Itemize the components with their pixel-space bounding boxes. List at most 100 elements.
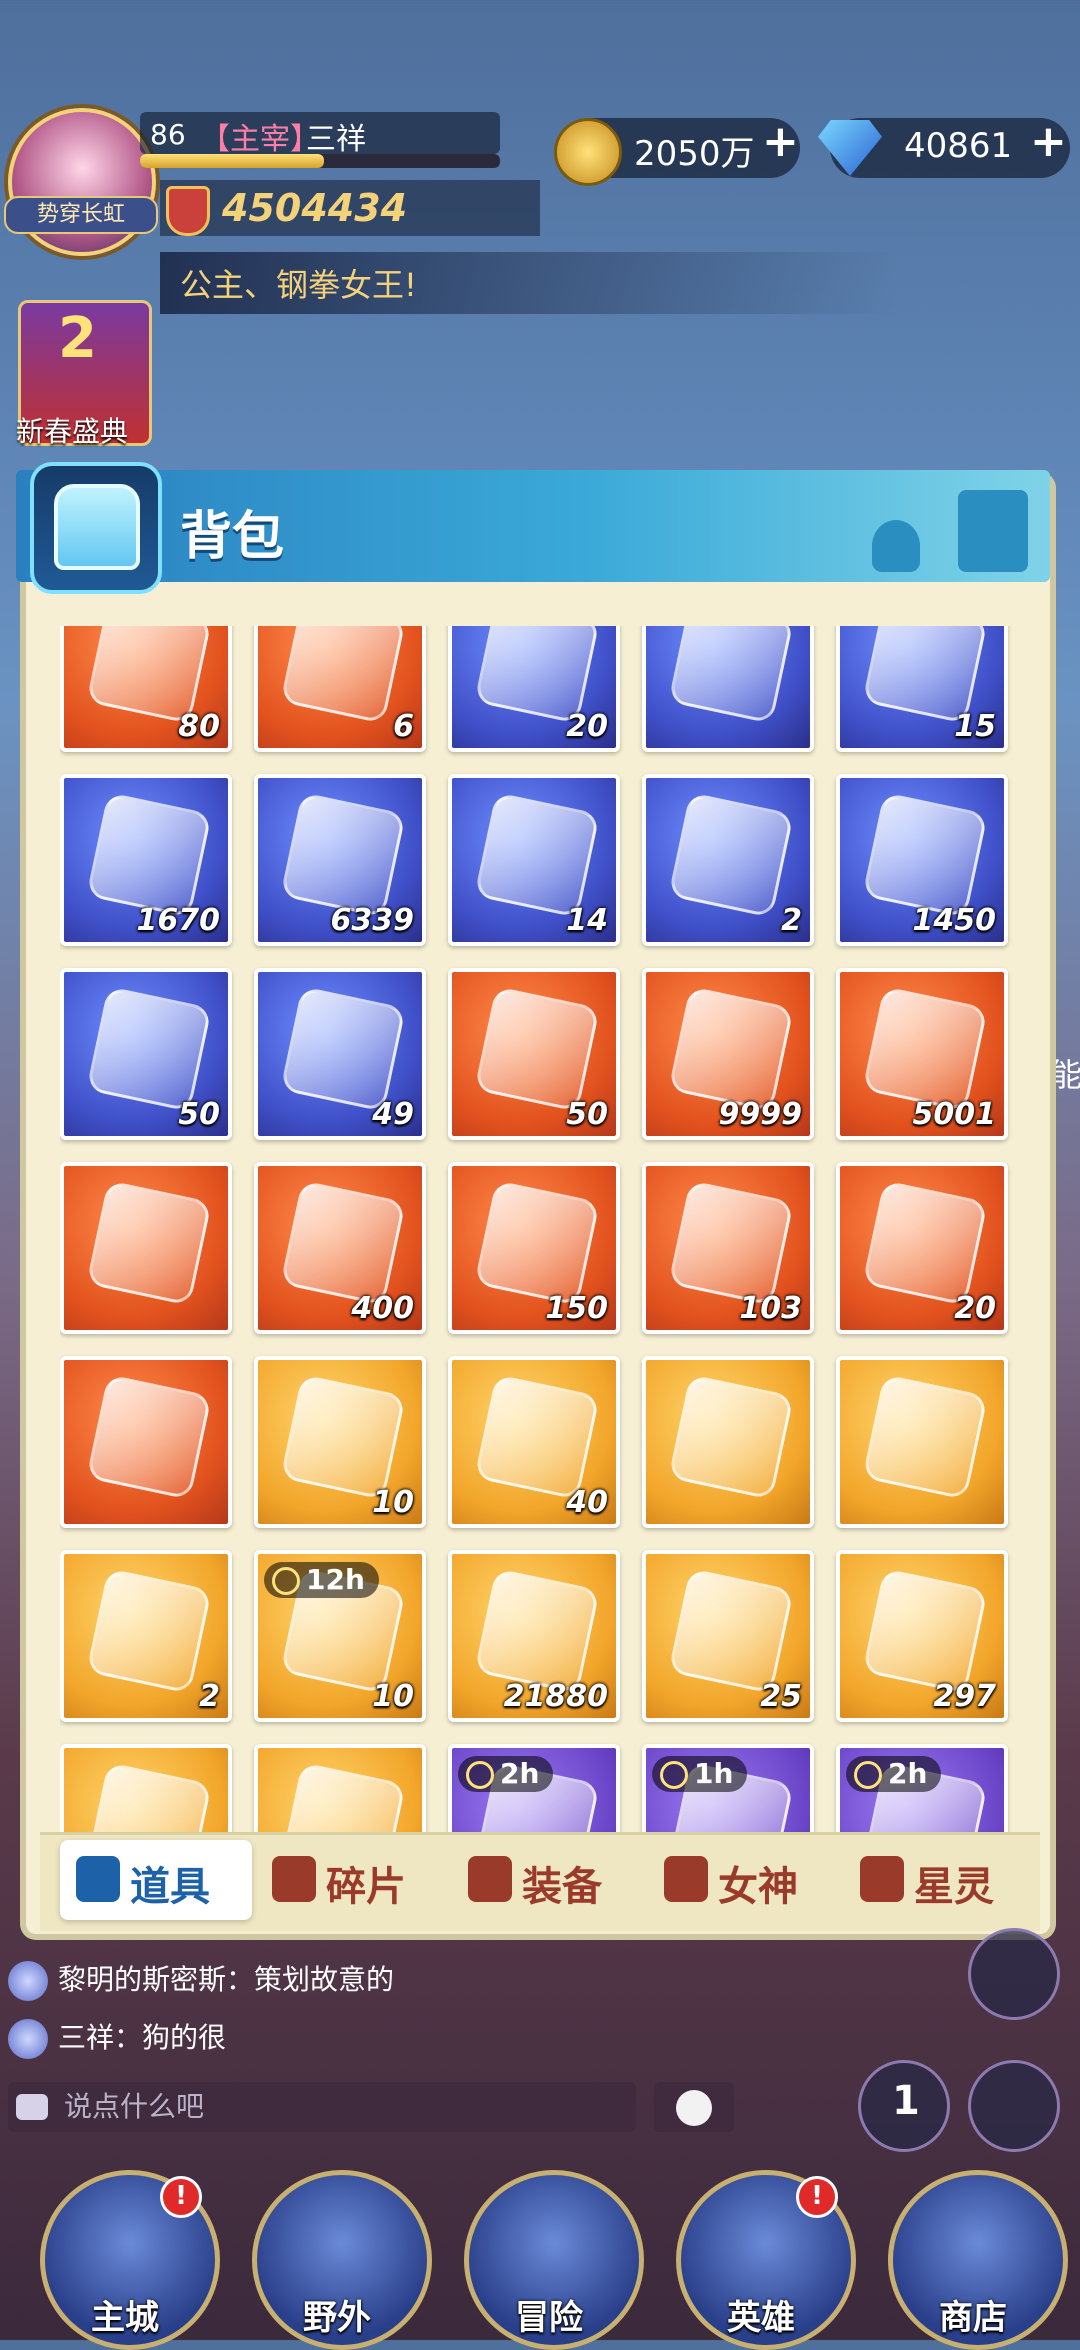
item-slot[interactable]: 1450 xyxy=(836,774,1008,946)
tab-label: 装备 xyxy=(522,1864,602,1910)
tab-5[interactable]: 星灵 xyxy=(844,1840,1036,1920)
tab-1[interactable]: 道具 xyxy=(60,1840,252,1920)
chat-input[interactable]: 说点什么吧 xyxy=(8,2082,636,2132)
leaderboard-rank-text: 1 xyxy=(892,2078,920,2124)
tab-label: 碎片 xyxy=(326,1864,406,1910)
item-slot[interactable]: 5001 xyxy=(836,968,1008,1140)
item-count: 49 xyxy=(372,1097,414,1132)
item-slot[interactable]: 2h xyxy=(448,1744,620,1832)
tab-label: 女神 xyxy=(718,1864,798,1910)
item-timer: 2h xyxy=(846,1756,942,1792)
item-slot[interactable]: 2h xyxy=(836,1744,1008,1832)
event-label: 新春盛典 xyxy=(16,415,129,448)
item-slot[interactable]: 2 xyxy=(642,774,814,946)
item-slot[interactable]: 6 xyxy=(254,626,426,752)
backpack-icon xyxy=(54,484,140,570)
item-art-icon xyxy=(280,1374,406,1500)
item-art-icon xyxy=(474,792,600,918)
item-slot[interactable]: 80 xyxy=(60,626,232,752)
item-count: 10 xyxy=(372,1485,414,1520)
item-art-icon xyxy=(862,1568,988,1694)
chat-avatar xyxy=(8,1961,48,2001)
tab-3[interactable]: 装备 xyxy=(452,1840,644,1920)
item-art-icon xyxy=(86,1180,212,1306)
item-count: 20 xyxy=(954,1291,996,1326)
tab-icon xyxy=(76,1856,120,1902)
item-art-icon xyxy=(280,1180,406,1306)
avatar-title-tag: 势穿长虹 xyxy=(4,196,158,234)
item-slot[interactable]: 21880 xyxy=(448,1550,620,1722)
item-art-icon xyxy=(86,986,212,1112)
friends-button[interactable] xyxy=(968,1928,1060,2020)
item-slot[interactable]: 1670 xyxy=(60,774,232,946)
item-grid[interactable]: 80 6 20 15 1670 6339 14 2 1450 50 49 50 9999 5001 400 1… xyxy=(60,626,1020,1832)
item-count: 9999 xyxy=(718,1097,803,1132)
item-slot[interactable]: 297 xyxy=(836,1550,1008,1722)
item-slot[interactable]: 9999 xyxy=(642,968,814,1140)
gold-coin-icon xyxy=(554,118,622,186)
tab-2[interactable]: 碎片 xyxy=(256,1840,448,1920)
chat-line: 黎明的斯密斯：策划故意的 xyxy=(8,1958,394,2002)
item-art-icon xyxy=(86,1374,212,1500)
item-count: 10 xyxy=(372,1679,414,1714)
item-count: 6339 xyxy=(330,903,415,938)
item-slot[interactable] xyxy=(60,1162,232,1334)
tab-label: 星灵 xyxy=(914,1864,994,1910)
item-art-icon xyxy=(474,1180,600,1306)
item-art-icon xyxy=(280,626,406,724)
item-slot[interactable] xyxy=(642,1356,814,1528)
tab-icon xyxy=(860,1856,904,1902)
item-slot[interactable] xyxy=(642,626,814,752)
item-slot[interactable]: 20 xyxy=(448,626,620,752)
item-art-icon xyxy=(86,1762,212,1832)
power-shield-icon xyxy=(166,186,210,236)
item-art-icon xyxy=(280,792,406,918)
item-slot[interactable]: 20 xyxy=(836,1162,1008,1334)
item-art-icon xyxy=(668,1180,794,1306)
item-slot[interactable]: 50 xyxy=(448,968,620,1140)
nav-label: 野外 xyxy=(303,2298,371,2338)
item-art-icon xyxy=(668,792,794,918)
add-gold-button[interactable]: + xyxy=(762,116,799,167)
item-count: 20 xyxy=(566,709,608,744)
nav-label: 冒险 xyxy=(515,2298,583,2338)
item-slot[interactable]: 12h 10 xyxy=(254,1550,426,1722)
item-art-icon xyxy=(668,1568,794,1694)
item-art-icon xyxy=(474,1374,600,1500)
bottle-decoration-icon xyxy=(958,490,1028,572)
item-art-icon xyxy=(668,986,794,1112)
item-slot[interactable]: 150 xyxy=(448,1162,620,1334)
tab-icon xyxy=(468,1856,512,1902)
item-art-icon xyxy=(862,1374,988,1500)
item-count: 25 xyxy=(760,1679,802,1714)
item-count: 103 xyxy=(739,1291,802,1326)
tab-4[interactable]: 女神 xyxy=(648,1840,840,1920)
diamond-value: 40861 xyxy=(904,126,1013,166)
item-timer: 1h xyxy=(652,1756,748,1792)
item-slot[interactable]: 14 xyxy=(448,774,620,946)
add-diamond-button[interactable]: + xyxy=(1030,116,1067,167)
item-art-icon xyxy=(474,986,600,1112)
item-slot[interactable] xyxy=(836,1356,1008,1528)
item-slot[interactable]: 6339 xyxy=(254,774,426,946)
item-slot[interactable] xyxy=(60,1744,232,1832)
item-art-icon xyxy=(280,1762,406,1832)
item-art-icon xyxy=(280,986,406,1112)
item-slot[interactable] xyxy=(254,1744,426,1832)
item-slot[interactable]: 103 xyxy=(642,1162,814,1334)
item-timer: 2h xyxy=(458,1756,554,1792)
item-slot[interactable]: 49 xyxy=(254,968,426,1140)
item-slot[interactable] xyxy=(60,1356,232,1528)
item-slot[interactable]: 400 xyxy=(254,1162,426,1334)
item-slot[interactable]: 1h xyxy=(642,1744,814,1832)
item-slot[interactable]: 15 xyxy=(836,626,1008,752)
backpack-shortcut-button[interactable] xyxy=(968,2060,1060,2152)
item-slot[interactable]: 10 xyxy=(254,1356,426,1528)
item-count: 15 xyxy=(954,709,996,744)
notification-badge: ! xyxy=(796,2176,838,2218)
item-slot[interactable]: 25 xyxy=(642,1550,814,1722)
tab-label: 道具 xyxy=(130,1864,210,1910)
item-slot[interactable]: 2 xyxy=(60,1550,232,1722)
item-slot[interactable]: 50 xyxy=(60,968,232,1140)
item-slot[interactable]: 40 xyxy=(448,1356,620,1528)
